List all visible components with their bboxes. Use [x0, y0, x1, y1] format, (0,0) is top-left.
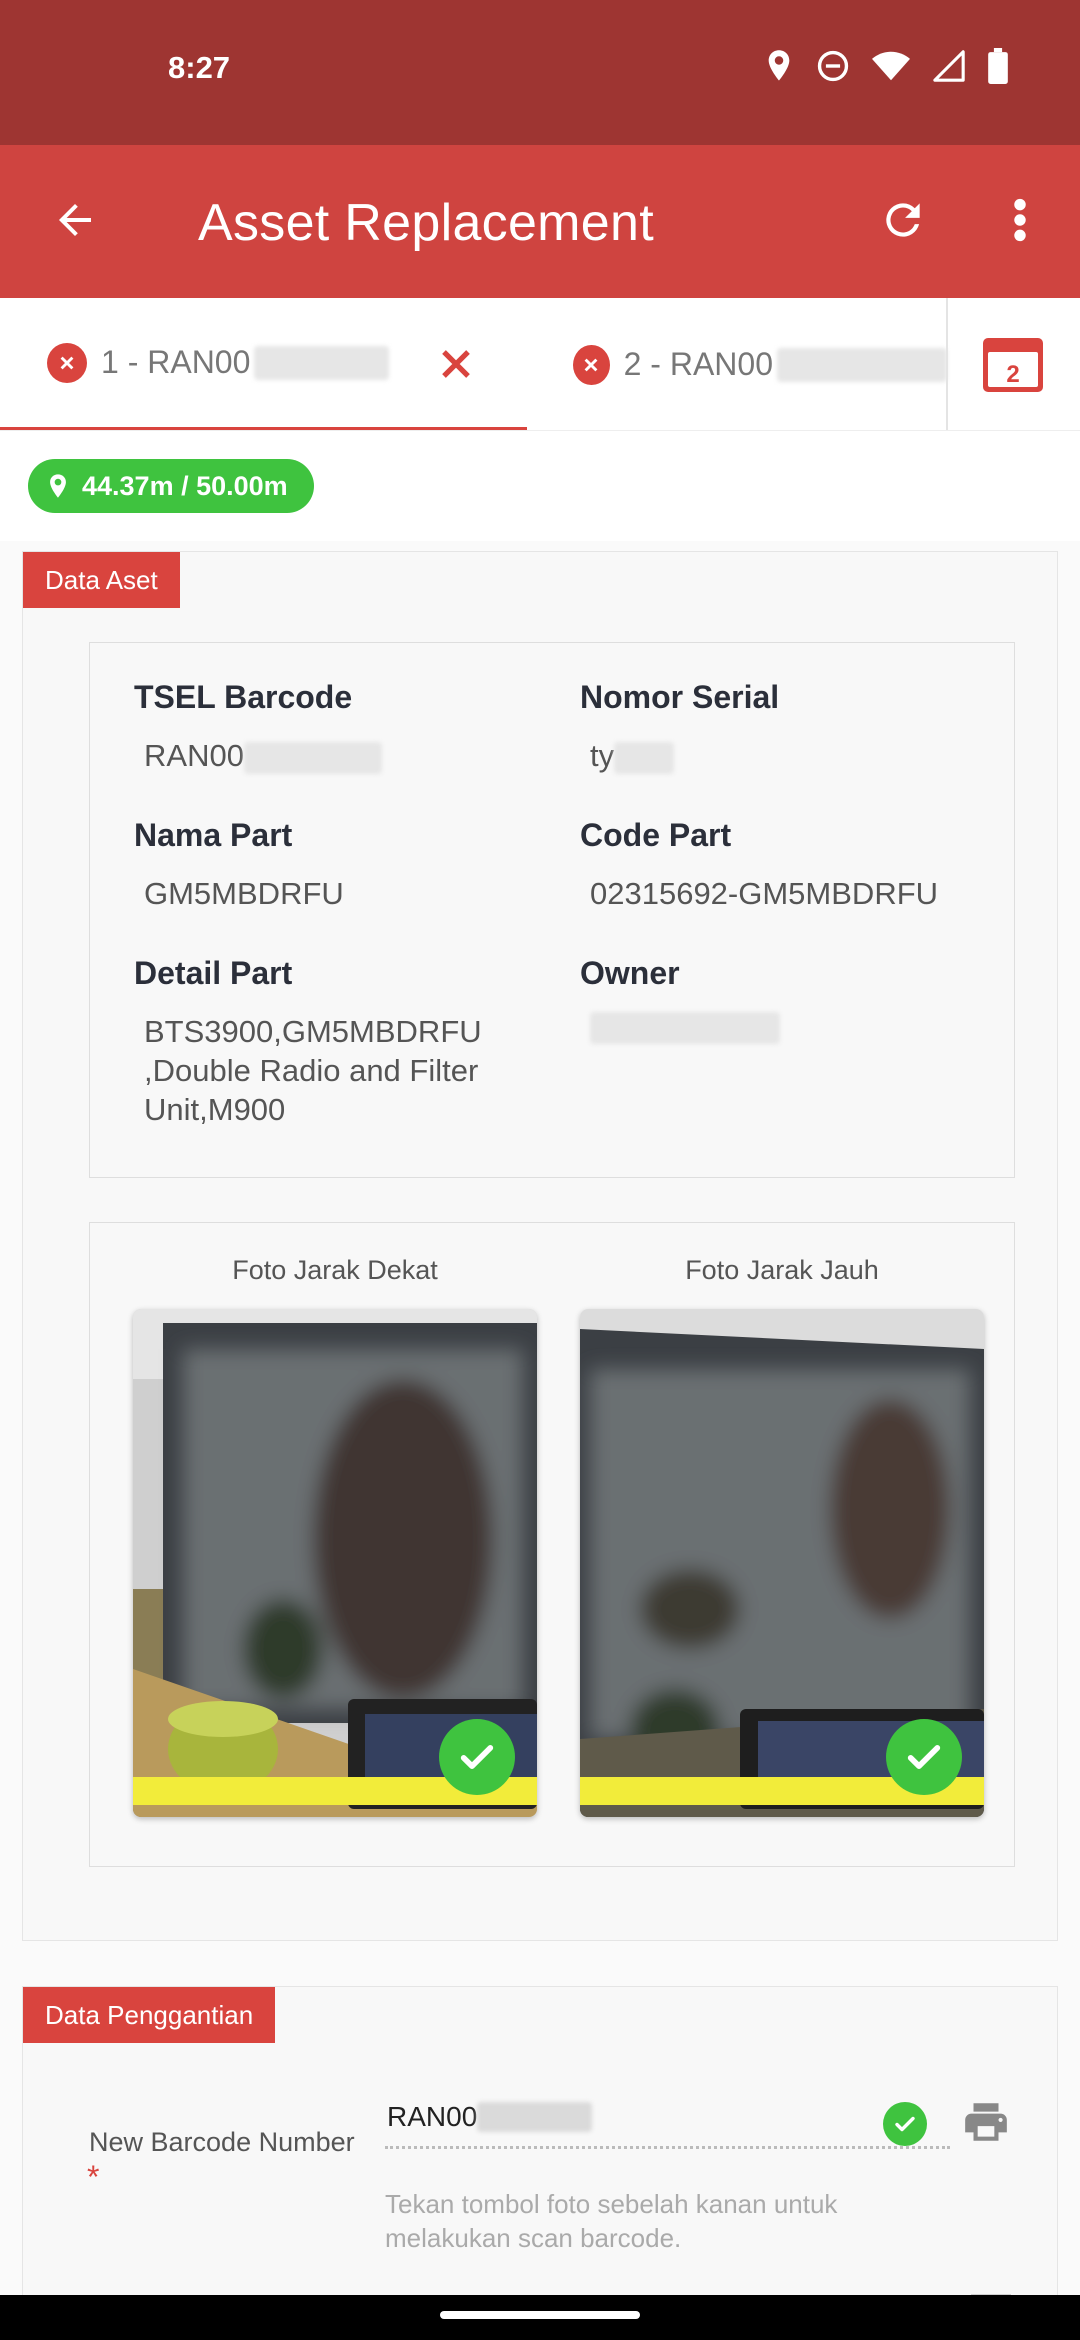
required-marker: *	[87, 2159, 100, 2195]
more-vert-icon	[1013, 198, 1027, 247]
field-code-part: Code Part 02315692-GM5MBDRFU	[580, 817, 939, 911]
redacted-text	[614, 741, 675, 774]
tab-label: 1 - RAN00	[101, 344, 390, 381]
photo-far[interactable]	[580, 1309, 984, 1817]
redacted-text	[254, 345, 390, 380]
back-button[interactable]	[40, 187, 110, 257]
verified-check-icon	[886, 1719, 962, 1795]
status-bar: 8:27	[0, 0, 1080, 145]
photo-far-column: Foto Jarak Jauh	[580, 1223, 984, 1817]
navigation-bar	[0, 2295, 1080, 2340]
tab-remove-icon[interactable]	[573, 344, 610, 385]
calendar-badge-count: 2	[1006, 361, 1019, 388]
verified-check-icon	[439, 1719, 515, 1795]
calendar-icon: 2	[983, 338, 1043, 392]
distance-badge: 44.37m / 50.00m	[28, 459, 314, 513]
home-handle[interactable]	[440, 2311, 640, 2319]
status-time: 8:27	[168, 50, 231, 85]
arrow-back-icon	[51, 196, 99, 249]
close-icon[interactable]	[436, 344, 476, 384]
location-pin-icon	[50, 474, 66, 498]
field-owner: Owner	[580, 955, 780, 1053]
redacted-text	[477, 2101, 593, 2132]
signal-icon	[932, 50, 966, 82]
tab-remove-icon[interactable]	[47, 342, 87, 383]
redacted-text	[590, 1012, 780, 1044]
print-button[interactable]	[961, 2097, 1011, 2147]
calendar-button[interactable]: 2	[983, 338, 1043, 392]
barcode-hint: Tekan tombol foto sebelah kanan untuk me…	[385, 2189, 838, 2253]
tab-asset-1[interactable]: 1 - RAN00	[0, 298, 527, 430]
tab-divider	[946, 298, 948, 430]
app-bar: Asset Replacement	[0, 145, 1080, 298]
photo-near[interactable]	[133, 1309, 537, 1817]
tab-asset-2[interactable]: 2 - RAN00	[527, 298, 947, 430]
data-penggantian-section: Data Penggantian New Barcode Number * RA…	[22, 1986, 1058, 2340]
battery-icon	[988, 48, 1008, 84]
new-barcode-label: New Barcode Number	[89, 2127, 355, 2157]
field-detail-part: Detail Part BTS3900,GM5MBDRFU ,Double Ra…	[134, 955, 482, 1127]
barcode-valid-icon	[883, 2102, 927, 2146]
new-barcode-input[interactable]: RAN00	[385, 2087, 950, 2149]
do-not-disturb-icon	[816, 49, 850, 83]
refresh-button[interactable]	[868, 187, 938, 257]
print-icon	[965, 2103, 1007, 2141]
tab-label: 2 - RAN00	[624, 346, 947, 383]
redacted-text	[243, 741, 382, 774]
photo-caption: Foto Jarak Dekat	[232, 1255, 438, 1285]
status-icons	[764, 48, 1008, 84]
photo-caption: Foto Jarak Jauh	[685, 1255, 879, 1285]
more-options-button[interactable]	[985, 187, 1055, 257]
section-title: Data Penggantian	[23, 1987, 276, 2043]
wifi-icon	[872, 50, 910, 82]
field-tsel-barcode: TSEL Barcode RAN00	[134, 679, 382, 775]
field-nomor-serial: Nomor Serial ty	[580, 679, 780, 774]
refresh-icon	[878, 195, 928, 250]
field-nama-part: Nama Part GM5MBDRFU	[134, 817, 344, 911]
page-title: Asset Replacement	[198, 194, 654, 252]
section-title: Data Aset	[23, 552, 180, 608]
redacted-text	[777, 347, 947, 382]
distance-text: 44.37m / 50.00m	[82, 470, 288, 501]
photo-box: Foto Jarak Dekat Foto Jarak Jauh	[89, 1222, 1015, 1867]
distance-area: 44.37m / 50.00m	[0, 431, 1080, 541]
data-aset-section: Data Aset TSEL Barcode RAN00 Nomor Seria…	[22, 551, 1058, 1941]
asset-tabs: 1 - RAN00 2 - RAN00 2	[0, 298, 1080, 431]
asset-info-box: TSEL Barcode RAN00 Nomor Serial ty Nama …	[89, 642, 1015, 1178]
location-icon	[764, 49, 794, 83]
photo-near-column: Foto Jarak Dekat	[133, 1223, 537, 1817]
